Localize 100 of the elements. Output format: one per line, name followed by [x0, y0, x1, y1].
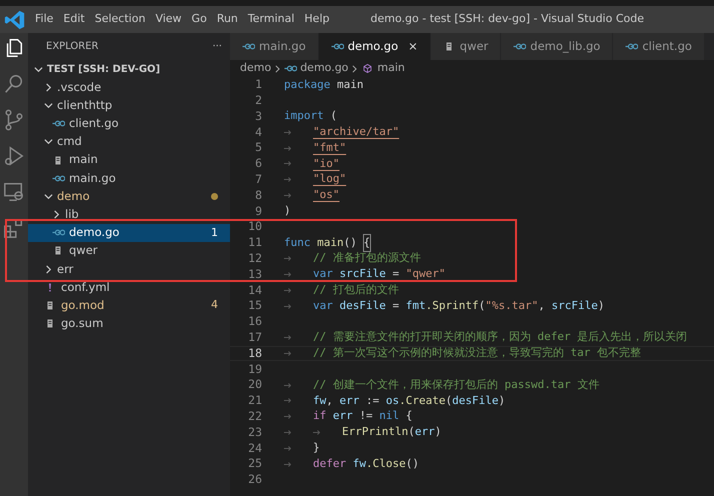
line-number: 10: [247, 218, 262, 236]
line-number: 5: [254, 139, 262, 156]
tab-arrow-icon: [284, 130, 291, 135]
tree-item[interactable]: .vscode: [28, 78, 230, 96]
code-line: ErrPrintln(err): [342, 424, 442, 440]
code-line: if err != nil {: [313, 408, 412, 424]
code-link[interactable]: "fmt": [313, 140, 346, 156]
tree-item[interactable]: err: [28, 260, 230, 278]
line-number: 20: [247, 376, 262, 394]
line-number: 4: [254, 124, 262, 141]
window-title: demo.go - test [SSH: dev-go] - Visual Studio Code: [370, 11, 644, 28]
line-number: 7: [254, 171, 262, 188]
tab-arrow-icon: [284, 414, 291, 420]
breadcrumb-item[interactable]: demo.go: [300, 60, 348, 77]
code-line: ): [284, 203, 291, 220]
menu-item[interactable]: Go: [186, 11, 212, 28]
tree-item[interactable]: client.go: [28, 114, 230, 133]
matched-bracket: {: [364, 234, 370, 252]
play-bug-icon[interactable]: [3, 145, 25, 167]
chevron-down-icon: [44, 192, 53, 201]
go-file-icon: [330, 42, 344, 51]
line-number: 19: [247, 360, 262, 378]
problem-count: 4: [211, 297, 218, 314]
code-line: // 打包后的文件: [313, 282, 399, 298]
editor-tab[interactable]: demo.go ×: [318, 33, 431, 60]
line-number: 23: [247, 424, 262, 441]
tree-item[interactable]: main.go: [28, 169, 230, 188]
menu-item[interactable]: Terminal: [242, 11, 300, 28]
editor-tab[interactable]: main.go: [230, 33, 319, 60]
go-file-icon: [242, 42, 255, 51]
tree-item[interactable]: demo.go 1: [28, 224, 230, 242]
tab-arrow-icon: [284, 177, 291, 182]
tab-arrow-icon: [284, 161, 291, 166]
chevron-right-icon: [351, 64, 358, 72]
code-line: package main: [284, 76, 364, 93]
menu-item[interactable]: File: [30, 11, 58, 28]
code-link[interactable]: "archive/tar": [313, 124, 400, 141]
tab-arrow-icon: [284, 256, 291, 262]
search-icon[interactable]: [3, 73, 25, 95]
tree-item[interactable]: go.sum: [28, 314, 230, 333]
menu-item[interactable]: Run: [212, 11, 243, 28]
chevron-right-icon: [44, 82, 53, 92]
code-line: // 第一次写这个示例的时候就没注意，导致写完的 tar 包不完整: [313, 345, 641, 362]
breadcrumb-item[interactable]: demo: [240, 60, 272, 77]
breadcrumb-item[interactable]: main: [377, 60, 405, 77]
line-number: 1: [254, 76, 262, 94]
tab-arrow-icon: [284, 272, 291, 277]
line-number: 12: [247, 250, 262, 268]
go-file-icon: [52, 174, 65, 183]
code-line: defer fw.Close(): [313, 456, 419, 472]
menu-item[interactable]: Help: [299, 11, 334, 28]
tab-arrow-icon: [313, 430, 320, 435]
line-number: 26: [247, 471, 262, 488]
tab-arrow-icon: [284, 446, 291, 451]
editor-tab[interactable]: client.go: [613, 33, 705, 60]
code-line: // 准备打包的源文件: [313, 250, 421, 266]
line-number: 11: [247, 234, 262, 252]
menu-item[interactable]: Edit: [58, 11, 90, 28]
code-link[interactable]: "os": [313, 187, 340, 204]
go-file-icon: [513, 42, 526, 51]
code-line: // 需要注意文件的打开即关闭的顺序，因为 defer 是后入先出，所以关闭: [313, 329, 688, 346]
code-link[interactable]: "io": [313, 156, 340, 172]
code-line: fw, err := os.Create(desFile): [313, 392, 506, 409]
line-number: 2: [254, 92, 262, 110]
tree-item[interactable]: clienthttp: [28, 96, 230, 115]
close-button[interactable]: ×: [408, 38, 418, 56]
tree-item[interactable]: qwer: [28, 242, 230, 260]
code-link[interactable]: "log": [313, 171, 346, 188]
line-number: 24: [247, 440, 262, 457]
monitor-icon[interactable]: [3, 181, 25, 203]
chevron-right-icon: [274, 64, 282, 72]
line-number: 9: [254, 202, 262, 220]
tree-item[interactable]: go.mod 4: [28, 296, 230, 315]
tree-item[interactable]: lib: [28, 206, 230, 224]
menu-item[interactable]: Selection: [90, 11, 150, 28]
editor-tab[interactable]: qwer: [430, 33, 502, 60]
workspace-label[interactable]: TEST [SSH: DEV-GO]: [47, 62, 160, 77]
line-number: 6: [254, 155, 262, 172]
line-number: 18: [247, 344, 262, 362]
code-line: var srcFile = "qwer": [313, 266, 446, 282]
more-actions-button[interactable]: ···: [212, 39, 222, 54]
code-token: func: [284, 234, 310, 251]
tab-arrow-icon: [284, 430, 291, 435]
editor-tab[interactable]: demo_lib.go: [501, 33, 614, 60]
line-number: 21: [247, 392, 262, 410]
line-number: 17: [247, 329, 262, 346]
tab-arrow-icon: [284, 288, 291, 293]
tree-item[interactable]: conf.yml: [28, 278, 230, 296]
line-number: 16: [247, 313, 262, 330]
tree-item[interactable]: cmd: [28, 132, 230, 151]
menu-item[interactable]: View: [150, 11, 187, 28]
branch-icon[interactable]: [3, 109, 25, 131]
tab-arrow-icon: [284, 335, 291, 340]
tab-arrow-icon: [284, 350, 291, 356]
line-number: 25: [247, 455, 262, 472]
chevron-right-icon: [44, 264, 53, 274]
tree-item[interactable]: demo: [28, 187, 230, 206]
code-line: }: [313, 440, 320, 456]
tab-arrow-icon: [284, 192, 291, 198]
tree-item[interactable]: main: [28, 150, 230, 170]
